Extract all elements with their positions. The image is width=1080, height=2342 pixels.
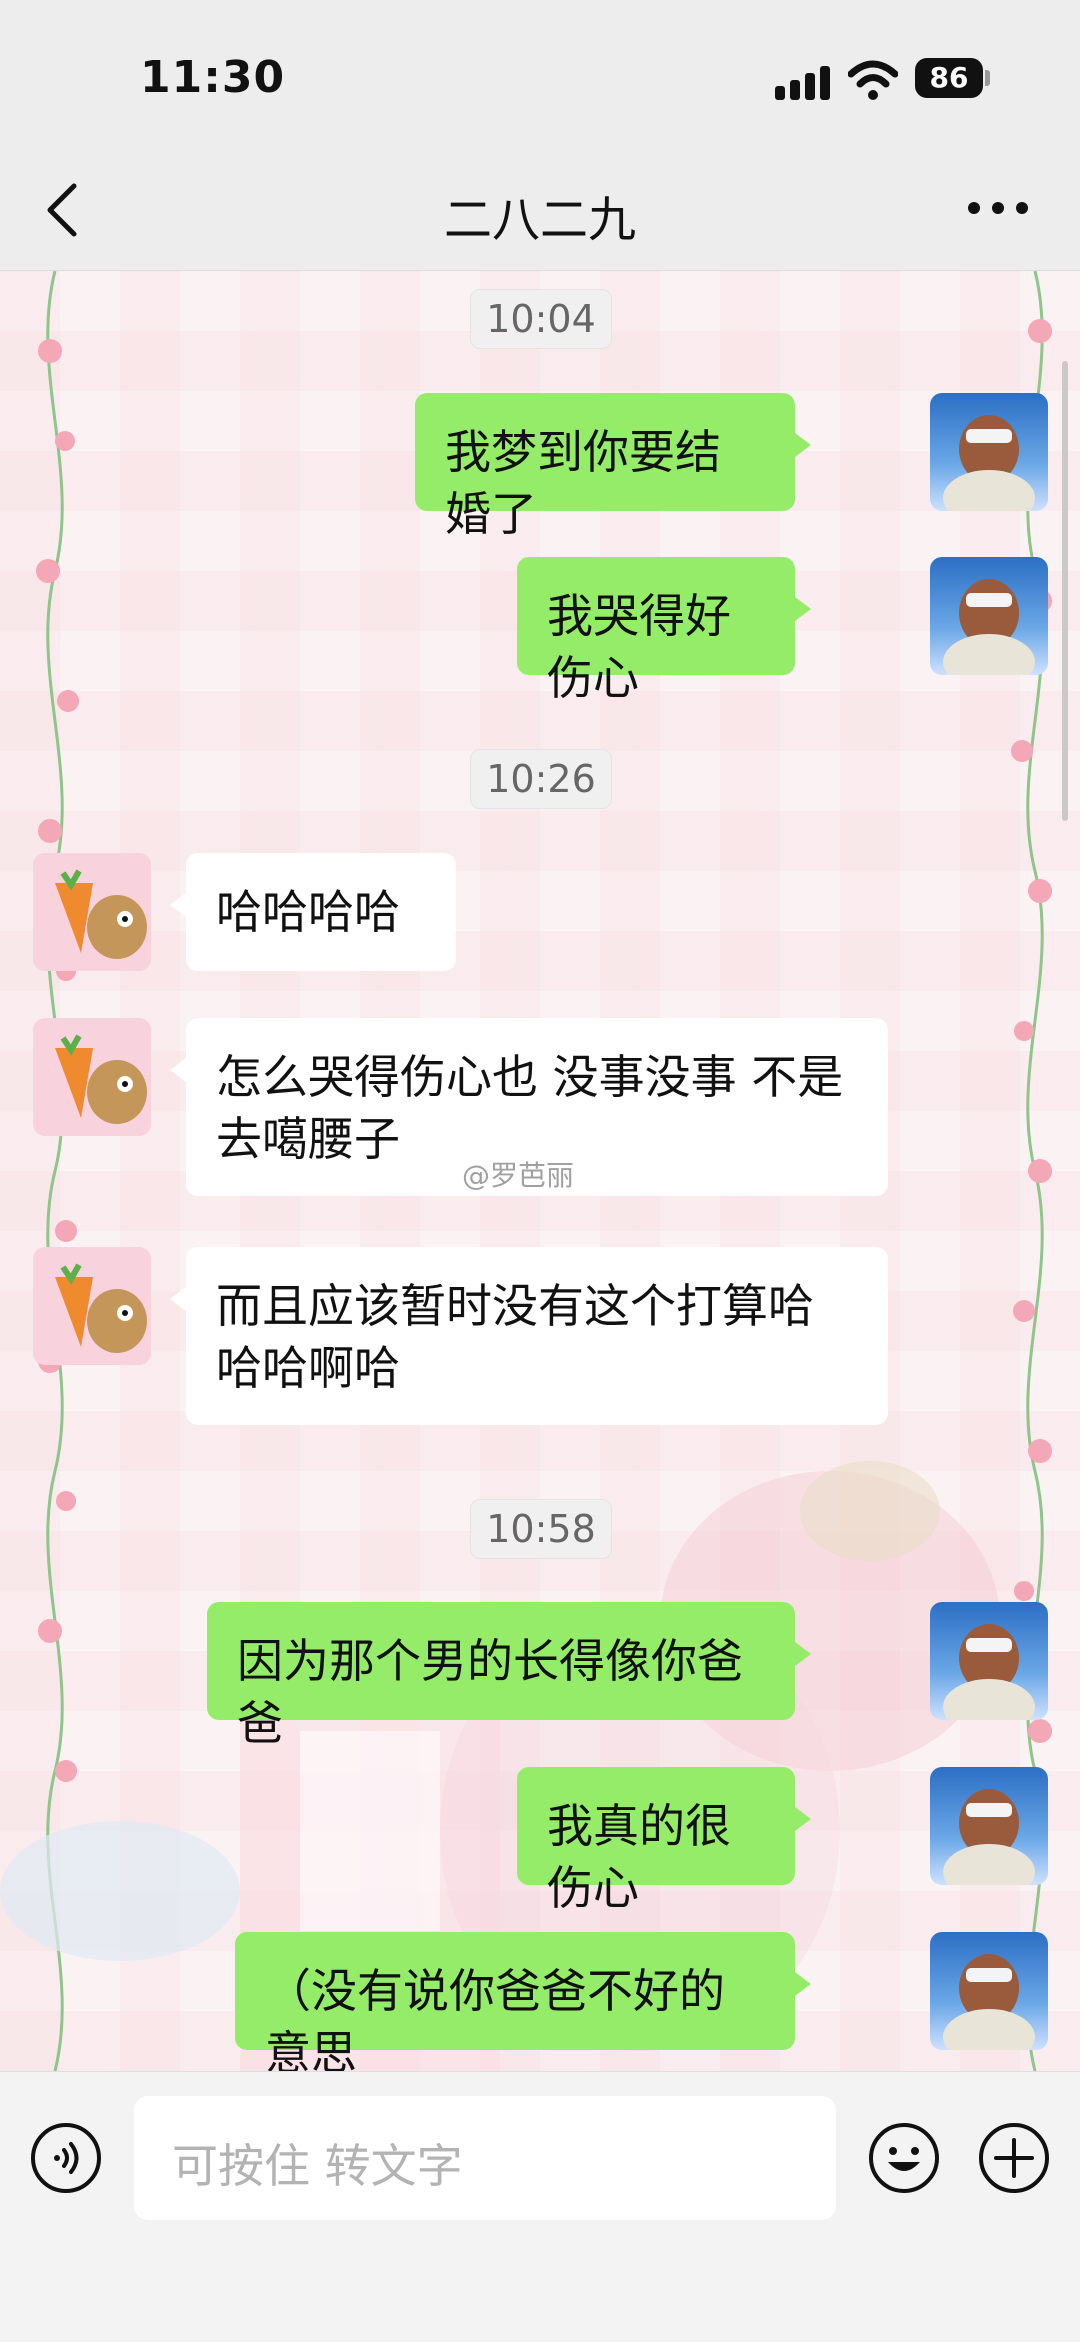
chat-scrollbar[interactable] bbox=[1062, 361, 1068, 821]
cellular-signal-icon bbox=[775, 62, 835, 100]
timestamp: 10:04 bbox=[470, 289, 612, 349]
my-avatar[interactable] bbox=[930, 1932, 1048, 2050]
message-bubble-sent[interactable]: 我哭得好伤心 bbox=[517, 557, 811, 705]
message-bubble-sent[interactable]: 我真的很伤心 bbox=[517, 1767, 811, 1915]
message-input[interactable]: 可按住 转文字 bbox=[134, 2096, 836, 2220]
battery-level: 86 bbox=[915, 58, 983, 98]
message-bubble-sent[interactable]: （没有说你爸爸不好的意思 bbox=[235, 1932, 811, 2071]
emoji-icon[interactable] bbox=[868, 2122, 940, 2194]
chat-header: 二八二九 bbox=[0, 150, 1080, 271]
more-dots-icon[interactable] bbox=[968, 202, 1028, 216]
contact-avatar[interactable] bbox=[33, 853, 151, 971]
plus-icon[interactable] bbox=[978, 2122, 1050, 2194]
wifi-icon bbox=[848, 60, 898, 100]
contact-avatar[interactable] bbox=[33, 1247, 151, 1365]
status-time: 11:30 bbox=[140, 52, 286, 103]
status-bar: 11:30 86 bbox=[0, 0, 1080, 150]
battery-tip bbox=[985, 70, 990, 86]
my-avatar[interactable] bbox=[930, 557, 1048, 675]
contact-avatar[interactable] bbox=[33, 1018, 151, 1136]
timestamp: 10:58 bbox=[470, 1499, 612, 1559]
my-avatar[interactable] bbox=[930, 393, 1048, 511]
input-placeholder: 可按住 转文字 bbox=[172, 2139, 463, 2193]
message-bubble-sent[interactable]: 我梦到你要结婚了 bbox=[415, 393, 811, 541]
message-bubble-sent[interactable]: 因为那个男的长得像你爸爸 bbox=[207, 1602, 811, 1750]
my-avatar[interactable] bbox=[930, 1767, 1048, 1885]
timestamp: 10:26 bbox=[470, 749, 612, 809]
input-bar: 可按住 转文字 bbox=[0, 2071, 1080, 2342]
message-bubble-received[interactable]: 而且应该暂时没有这个打算哈哈哈啊哈 bbox=[170, 1247, 888, 1425]
voice-icon[interactable] bbox=[30, 2122, 102, 2194]
chat-title: 二八二九 bbox=[443, 192, 636, 248]
message-bubble-received[interactable]: 哈哈哈哈 bbox=[170, 853, 456, 971]
chat-area[interactable]: 10:04 我梦到你要结婚了 我哭得好伤心 10:26 哈哈哈哈 怎么哭得伤心也… bbox=[0, 271, 1080, 2071]
weibo-watermark: @罗芭丽 bbox=[462, 1159, 575, 1192]
my-avatar[interactable] bbox=[930, 1602, 1048, 1720]
